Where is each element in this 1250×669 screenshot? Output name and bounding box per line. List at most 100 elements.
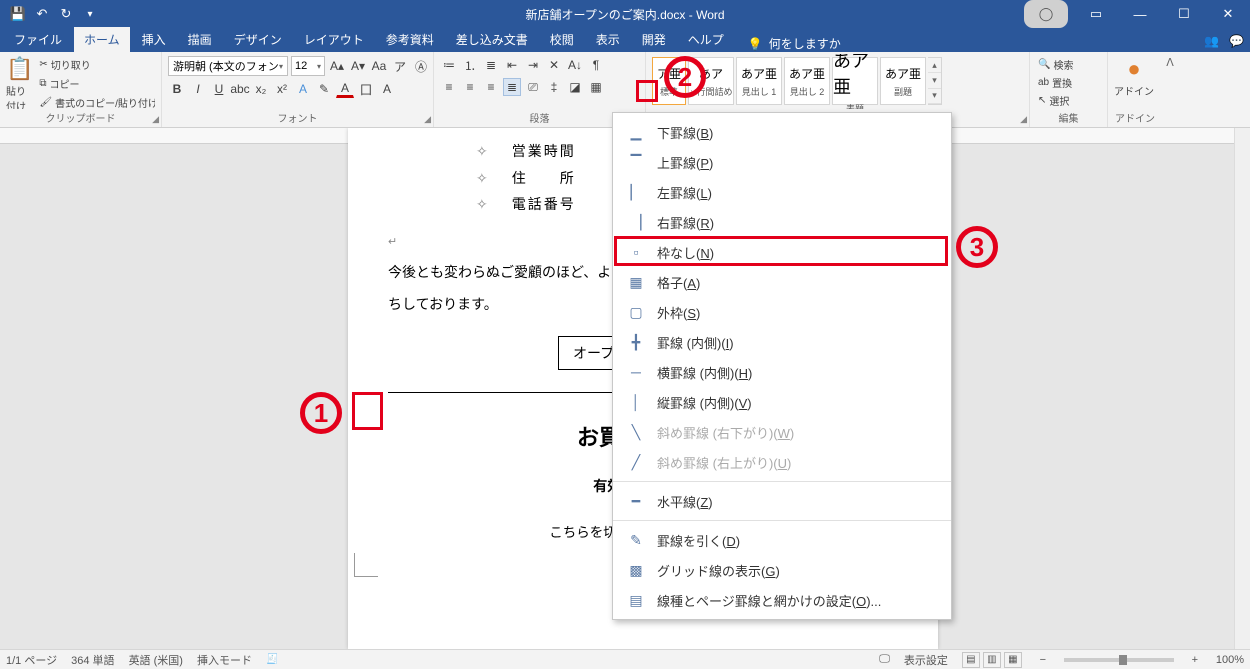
insert-mode-indicator[interactable]: 挿入モード	[197, 652, 252, 668]
zoom-in-icon[interactable]: +	[1188, 654, 1202, 666]
font-launcher-icon[interactable]: ◢	[424, 114, 431, 125]
style-gallery-more[interactable]: ▴▾▾	[928, 57, 942, 105]
account-avatar[interactable]: ◯	[1024, 0, 1068, 28]
tab-references[interactable]: 参考資料	[376, 27, 444, 52]
tab-file[interactable]: ファイル	[4, 27, 72, 52]
style-title[interactable]: あア亜表題	[832, 57, 878, 105]
replace-button[interactable]: ab置換	[1036, 74, 1074, 91]
distributed-icon[interactable]: ⎚	[524, 78, 542, 96]
align-left-icon[interactable]: ≡	[440, 78, 458, 96]
minimize-icon[interactable]: —	[1118, 0, 1162, 28]
language-indicator[interactable]: 英語 (米国)	[129, 652, 183, 668]
borders-split-icon[interactable]: ▦	[587, 78, 605, 96]
tab-design[interactable]: デザイン	[224, 27, 292, 52]
borders-menu-insideall[interactable]: ╋罫線 (内側)(I)	[613, 327, 951, 357]
accessibility-icon[interactable]: 🧾	[266, 654, 278, 665]
decrease-indent-icon[interactable]: ⇤	[503, 56, 521, 74]
paste-button[interactable]: 📋 貼り付け	[6, 54, 33, 109]
clipboard-launcher-icon[interactable]: ◢	[152, 114, 159, 125]
style-heading1[interactable]: あア亜見出し 1	[736, 57, 782, 105]
ribbon-display-options-icon[interactable]: ▭	[1074, 0, 1118, 28]
zoom-slider[interactable]	[1064, 658, 1174, 662]
style-subtitle[interactable]: あア亜副題	[880, 57, 926, 105]
borders-menu-draw[interactable]: ✎罫線を引く(D)	[613, 525, 951, 555]
tab-view[interactable]: 表示	[586, 27, 630, 52]
borders-menu-insidev[interactable]: │縦罫線 (内側)(V)	[613, 387, 951, 417]
char-shading-icon[interactable]: A	[378, 80, 396, 98]
clear-formatting-icon[interactable]: Ⓐ	[412, 57, 427, 75]
styles-launcher-icon[interactable]: ◢	[1020, 114, 1027, 125]
grow-font-icon[interactable]: A▴	[328, 57, 346, 75]
tab-home[interactable]: ホーム	[74, 27, 130, 52]
strikethrough-button[interactable]: abc	[231, 80, 249, 98]
italic-button[interactable]: I	[189, 80, 207, 98]
tell-me-search[interactable]: 💡 何をしますか	[748, 35, 841, 52]
asian-layout-icon[interactable]: ✕	[545, 56, 563, 74]
comments-icon[interactable]: 💬	[1229, 34, 1244, 48]
borders-menu-right[interactable]: ▕右罫線(R)	[613, 207, 951, 237]
justify-icon[interactable]: ≣	[503, 78, 521, 96]
superscript-button[interactable]: x²	[273, 80, 291, 98]
redo-icon[interactable]: ↻	[56, 4, 76, 24]
borders-menu-grid[interactable]: ▩グリッド線の表示(G)	[613, 555, 951, 585]
close-icon[interactable]: ✕	[1206, 0, 1250, 28]
read-mode-icon[interactable]: ▤	[962, 652, 980, 668]
show-hide-icon[interactable]: ¶	[587, 56, 605, 74]
display-settings-icon[interactable]: 🖵	[879, 653, 890, 666]
font-name-combo[interactable]: 游明朝 (本文のフォン▾	[168, 56, 288, 76]
tab-help[interactable]: ヘルプ	[678, 27, 734, 52]
multilevel-list-icon[interactable]: ≣	[482, 56, 500, 74]
shading-icon[interactable]: ◪	[566, 78, 584, 96]
increase-indent-icon[interactable]: ⇥	[524, 56, 542, 74]
share-icon[interactable]: 👥	[1204, 34, 1219, 48]
align-center-icon[interactable]: ≡	[461, 78, 479, 96]
tab-review[interactable]: 校閲	[540, 27, 584, 52]
vertical-scrollbar[interactable]	[1234, 128, 1250, 649]
borders-menu-left[interactable]: ▏左罫線(L)	[613, 177, 951, 207]
tab-mailings[interactable]: 差し込み文書	[446, 27, 538, 52]
select-button[interactable]: ↖選択	[1036, 92, 1071, 109]
borders-menu-bottom[interactable]: ▁下罫線(B)	[613, 117, 951, 147]
page-indicator[interactable]: 1/1 ページ	[6, 652, 57, 668]
cut-button[interactable]: ✂切り取り	[37, 56, 155, 73]
save-icon[interactable]: 💾	[8, 4, 28, 24]
undo-icon[interactable]: ↶	[32, 4, 52, 24]
style-heading2[interactable]: あア亜見出し 2	[784, 57, 830, 105]
zoom-out-icon[interactable]: −	[1036, 654, 1050, 666]
tab-draw[interactable]: 描画	[178, 27, 222, 52]
highlight-color-icon[interactable]: ✎	[315, 80, 333, 98]
borders-menu-hline[interactable]: ━水平線(Z)	[613, 486, 951, 516]
underline-button[interactable]: U	[210, 80, 228, 98]
find-button[interactable]: 🔍検索	[1036, 56, 1075, 73]
sort-icon[interactable]: A↓	[566, 56, 584, 74]
borders-menu-top[interactable]: ▔上罫線(P)	[613, 147, 951, 177]
qat-customize-icon[interactable]: ▾	[80, 4, 100, 24]
change-case-icon[interactable]: Aa	[370, 57, 388, 75]
align-right-icon[interactable]: ≡	[482, 78, 500, 96]
shrink-font-icon[interactable]: A▾	[349, 57, 367, 75]
text-effects-icon[interactable]: A	[294, 80, 312, 98]
borders-menu-dialog[interactable]: ▤線種とページ罫線と網かけの設定(O)...	[613, 585, 951, 615]
word-count[interactable]: 364 単語	[71, 652, 114, 668]
borders-menu-outside[interactable]: ▢外枠(S)	[613, 297, 951, 327]
font-size-combo[interactable]: 12▾	[291, 56, 325, 76]
tab-layout[interactable]: レイアウト	[294, 27, 374, 52]
maximize-icon[interactable]: ☐	[1162, 0, 1206, 28]
borders-menu-insideh[interactable]: ─横罫線 (内側)(H)	[613, 357, 951, 387]
addin-button[interactable]: ●アドイン	[1114, 54, 1154, 98]
zoom-level[interactable]: 100%	[1216, 654, 1244, 666]
collapse-ribbon-icon[interactable]: ᐱ	[1162, 52, 1178, 127]
subscript-button[interactable]: x₂	[252, 80, 270, 98]
numbering-icon[interactable]: ⒈	[461, 56, 479, 74]
line-spacing-icon[interactable]: ‡	[545, 78, 563, 96]
borders-menu-all[interactable]: ▦格子(A)	[613, 267, 951, 297]
display-settings[interactable]: 表示設定	[904, 652, 948, 668]
print-layout-icon[interactable]: ▥	[983, 652, 1001, 668]
copy-button[interactable]: ⧉コピー	[37, 75, 155, 92]
phonetic-guide-icon[interactable]: ア	[391, 57, 409, 75]
format-painter-button[interactable]: 🖌書式のコピー/貼り付け	[37, 94, 155, 109]
tab-insert[interactable]: 挿入	[132, 27, 176, 52]
enclose-char-icon[interactable]: 囗	[357, 80, 375, 98]
bold-button[interactable]: B	[168, 80, 186, 98]
bullets-icon[interactable]: ≔	[440, 56, 458, 74]
